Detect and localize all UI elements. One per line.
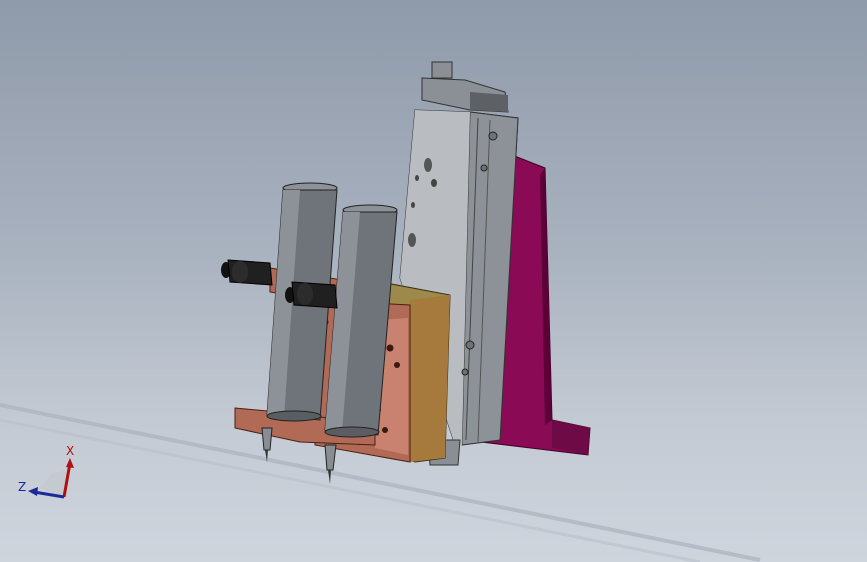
x-axis-label: X bbox=[66, 444, 74, 458]
z-axis-label: Z bbox=[18, 480, 26, 494]
air-fitting-left[interactable] bbox=[221, 259, 273, 286]
coordinate-triad: X Z bbox=[18, 444, 74, 499]
cad-model-view[interactable]: X Z bbox=[0, 0, 867, 562]
cad-viewport[interactable]: X Z bbox=[0, 0, 867, 562]
